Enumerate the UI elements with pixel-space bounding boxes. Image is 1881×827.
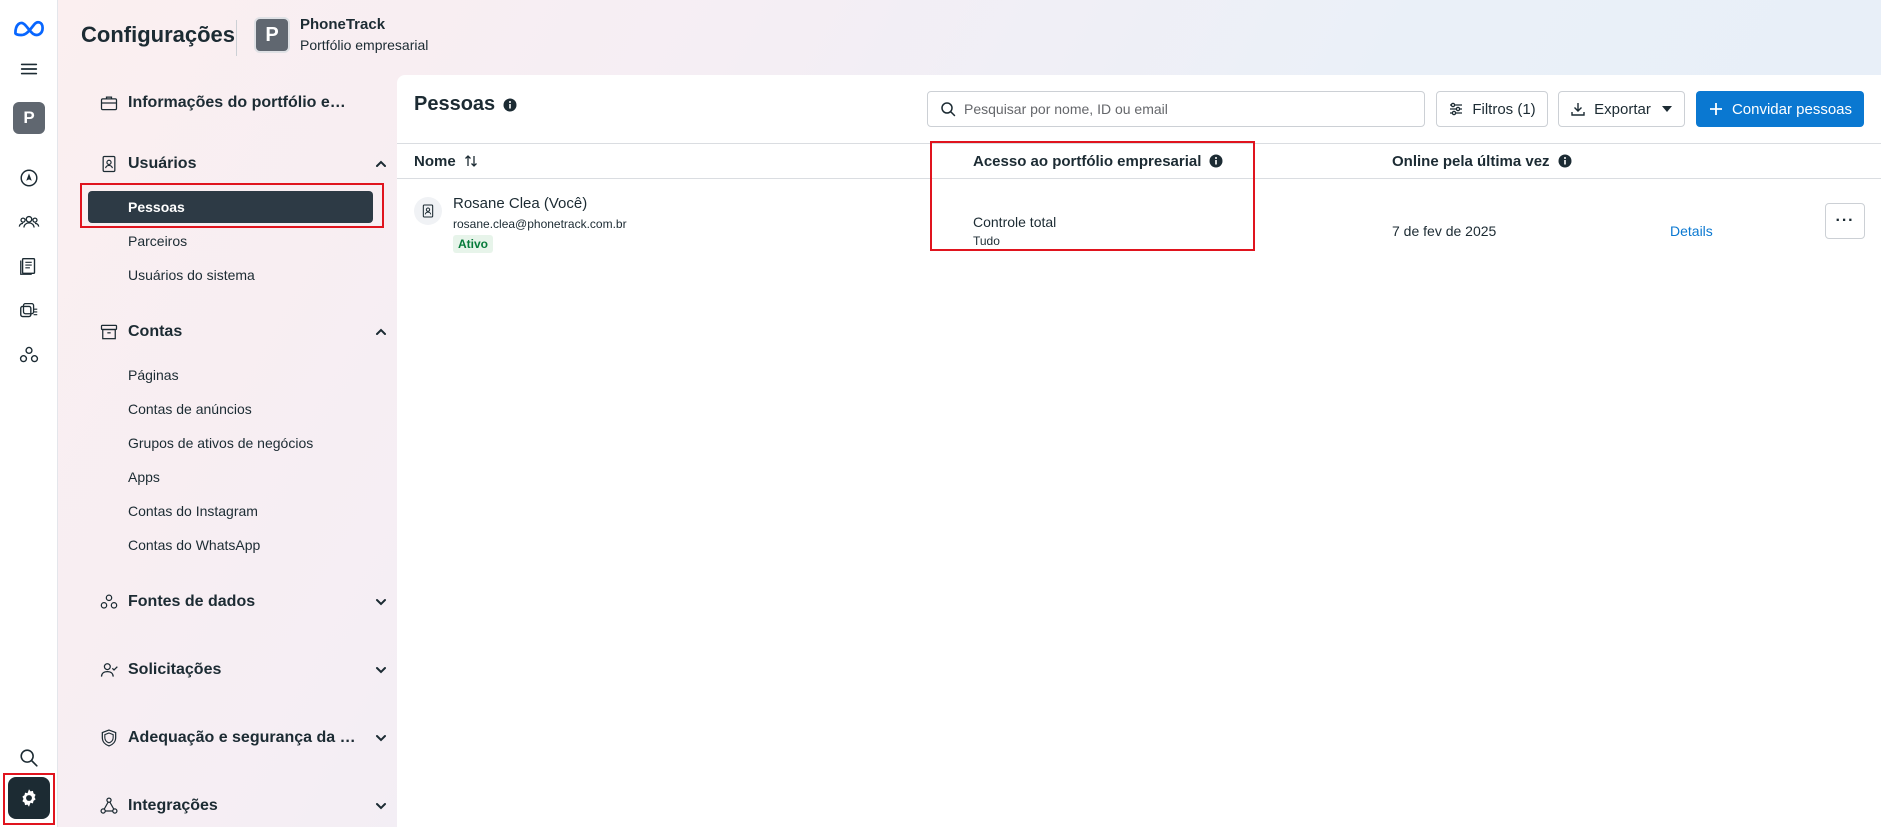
sidebar-section-brand-safety-label: Adequação e segurança da marca — [128, 729, 360, 746]
settings-sidebar: Informações do portfólio empresarial Usu… — [58, 75, 396, 827]
settings-button[interactable] — [8, 777, 50, 819]
search-icon — [941, 102, 956, 117]
column-access-label: Acesso ao portfólio empresarial — [973, 152, 1202, 170]
search-icon[interactable] — [9, 738, 49, 778]
export-label: Exportar — [1594, 100, 1651, 118]
filters-label: Filtros (1) — [1472, 100, 1536, 118]
caret-down-icon — [1661, 106, 1672, 112]
business-avatar[interactable]: P — [9, 98, 49, 138]
business-avatar[interactable]: P — [254, 17, 290, 53]
invite-people-button[interactable]: Convidar pessoas — [1696, 91, 1864, 127]
person-email: rosane.clea@phonetrack.com.br — [453, 217, 627, 231]
plus-icon — [1709, 103, 1722, 115]
sliders-icon — [1450, 102, 1463, 116]
column-access: Acesso ao portfólio empresarial — [973, 144, 1223, 178]
sidebar-section-data-sources-label: Fontes de dados — [128, 593, 256, 610]
people-panel: Pessoas Filtros (1) Exportar Convidar pe… — [397, 75, 1881, 827]
top-header: Configurações P PhoneTrack Portfólio emp… — [58, 0, 1881, 75]
panel-title: Pessoas — [414, 93, 496, 115]
access-detail: Tudo — [973, 234, 1000, 248]
sidebar-section-users[interactable]: Usuários — [98, 148, 386, 180]
user-badge-icon — [98, 153, 120, 175]
sidebar-item-people[interactable]: Pessoas — [88, 191, 373, 223]
filters-button[interactable]: Filtros (1) — [1436, 91, 1548, 127]
column-last-online-label: Online pela última vez — [1392, 152, 1550, 170]
chevron-down-icon — [376, 599, 386, 606]
user-check-icon — [98, 659, 120, 681]
data-sources-icon — [98, 591, 120, 613]
sidebar-item-ad-accounts[interactable]: Contas de anúncios — [88, 393, 368, 425]
sort-icon — [464, 155, 477, 167]
sidebar-item-pages[interactable]: Páginas — [88, 359, 368, 391]
sidebar-item-asset-groups[interactable]: Grupos de ativos de negócios — [88, 427, 368, 459]
header-divider — [236, 20, 237, 56]
sidebar-section-accounts-label: Contas — [128, 323, 183, 340]
search-input[interactable] — [964, 92, 1414, 126]
shield-icon — [98, 727, 120, 749]
info-icon[interactable] — [1209, 154, 1223, 168]
column-name[interactable]: Nome — [414, 144, 478, 178]
last-online: 7 de fev de 2025 — [1392, 223, 1497, 239]
status-badge: Ativo — [453, 235, 493, 253]
chevron-down-icon — [376, 803, 386, 810]
details-link[interactable]: Details — [1670, 223, 1713, 239]
chevron-up-icon — [376, 328, 386, 335]
table-header: Nome Acesso ao portfólio empresarial Onl… — [397, 143, 1881, 179]
network-icon[interactable] — [9, 335, 49, 375]
people-icon[interactable] — [9, 202, 49, 242]
briefcase-icon — [98, 92, 120, 114]
meta-logo-icon[interactable] — [9, 8, 49, 48]
more-options-button[interactable]: ··· — [1825, 203, 1865, 239]
export-button[interactable]: Exportar — [1558, 91, 1685, 127]
sidebar-section-accounts[interactable]: Contas — [98, 316, 386, 348]
info-icon[interactable] — [1558, 154, 1572, 168]
column-name-label: Nome — [414, 152, 456, 170]
sidebar-business-info[interactable]: Informações do portfólio empresarial — [98, 87, 378, 119]
page-title: Configurações — [81, 22, 236, 47]
sidebar-section-requests[interactable]: Solicitações — [98, 654, 386, 686]
sidebar-section-brand-safety[interactable]: Adequação e segurança da marca — [98, 722, 386, 754]
sidebar-business-info-label: Informações do portfólio empresarial — [128, 94, 360, 111]
compass-icon[interactable] — [9, 158, 49, 198]
sidebar-item-apps[interactable]: Apps — [88, 461, 368, 493]
ads-stack-icon[interactable] — [9, 291, 49, 331]
user-badge-icon — [414, 197, 442, 225]
chevron-down-icon — [376, 667, 386, 674]
table-row[interactable]: Rosane Clea (Você) rosane.clea@phonetrac… — [397, 179, 1881, 259]
integrations-icon — [98, 795, 120, 817]
sidebar-section-requests-label: Solicitações — [128, 661, 222, 678]
sidebar-section-data-sources[interactable]: Fontes de dados — [98, 586, 386, 618]
info-icon[interactable] — [503, 98, 517, 112]
invite-label: Convidar pessoas — [1731, 100, 1853, 118]
avatar-initial: P — [13, 102, 45, 134]
pages-icon[interactable] — [9, 246, 49, 286]
archive-icon — [98, 321, 120, 343]
sidebar-item-instagram[interactable]: Contas do Instagram — [88, 495, 368, 527]
sidebar-section-integrations[interactable]: Integrações — [98, 790, 386, 822]
sidebar-item-partners[interactable]: Parceiros — [88, 225, 368, 257]
sidebar-item-system-users[interactable]: Usuários do sistema — [88, 259, 368, 291]
column-last-online: Online pela última vez — [1392, 144, 1572, 178]
gear-icon — [22, 789, 36, 807]
person-name[interactable]: Rosane Clea (Você) — [453, 195, 587, 212]
left-rail: P — [0, 0, 58, 827]
business-name[interactable]: PhoneTrack — [300, 16, 385, 33]
chevron-up-icon — [376, 160, 386, 167]
sidebar-section-integrations-label: Integrações — [128, 797, 218, 814]
chevron-down-icon — [376, 735, 386, 742]
access-level: Controle total — [973, 214, 1057, 230]
download-icon — [1571, 103, 1585, 116]
sidebar-section-users-label: Usuários — [128, 155, 197, 172]
business-type: Portfólio empresarial — [300, 37, 429, 53]
search-field[interactable] — [927, 91, 1425, 127]
sidebar-item-whatsapp[interactable]: Contas do WhatsApp — [88, 529, 368, 561]
menu-icon[interactable] — [9, 49, 49, 89]
